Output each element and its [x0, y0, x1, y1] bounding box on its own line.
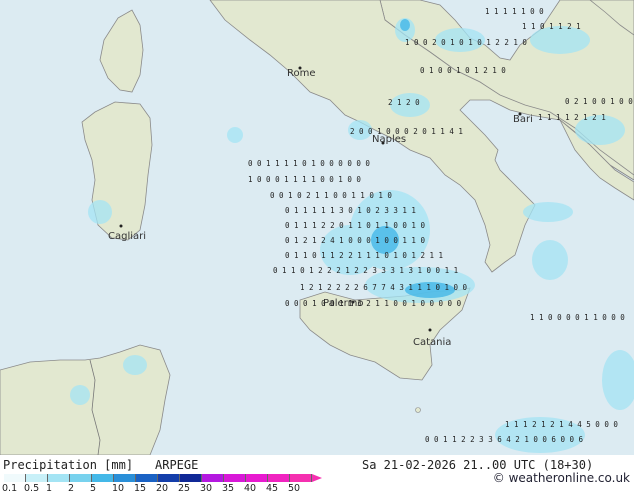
grid-row: 1 1 0 0 0 0 1 1 0 0 0 [530, 313, 625, 322]
grid-row: 0 1 1 1 1 1 3 0 1 0 2 3 3 1 1 [285, 206, 416, 215]
grid-row: 0 0 1 1 2 2 3 3 6 4 2 1 0 0 6 0 0 6 [425, 435, 584, 444]
grid-row: 0 0 0 1 0 0 1 1 3 2 1 1 0 0 1 0 0 0 0 0 [285, 299, 462, 308]
legend-tick-label: 1 [46, 483, 53, 494]
site-credit[interactable]: © weatheronline.co.uk [493, 471, 630, 485]
city-label-catania: Catania [413, 337, 451, 348]
legend-swatch [136, 474, 158, 482]
grid-row: 0 1 1 1 2 2 0 1 1 0 1 1 0 0 1 0 [285, 221, 425, 230]
grid-row: 2 0 0 1 0 0 0 2 0 1 1 4 1 [350, 127, 463, 136]
grid-row: 1 1 1 1 1 0 0 [485, 7, 544, 16]
map-canvas: Rome Naples Bari Cagliari Palermo Catani… [0, 0, 634, 455]
grid-row: 0 1 1 0 1 2 2 2 1 2 2 3 3 3 1 3 1 0 0 1 … [273, 266, 458, 275]
grid-row: 1 0 0 0 1 1 1 1 0 0 1 0 0 [248, 175, 361, 184]
legend-swatch [158, 474, 180, 482]
legend-swatch [70, 474, 92, 482]
legend-tick-label: 0.1 [2, 483, 18, 494]
model-name: ARPEGE [155, 458, 199, 472]
legend-tick-label: 15 [134, 483, 147, 494]
legend-tick-label: 50 [288, 483, 301, 494]
legend-swatch [114, 474, 136, 482]
legend-tick-label: 10 [112, 483, 125, 494]
city-label-cagliari: Cagliari [108, 231, 146, 242]
grid-row: 2 1 2 0 [388, 98, 420, 107]
valid-time: Sa 21-02-2026 21..00 UTC (18+30) [362, 458, 594, 472]
legend-tick-label: 30 [200, 483, 213, 494]
legend-tick-label: 0.5 [24, 483, 40, 494]
city-label-rome: Rome [287, 68, 316, 79]
grid-row: 0 1 0 0 1 0 1 2 1 0 [420, 66, 506, 75]
city-dot-cagliari [119, 224, 123, 228]
product-title: Precipitation [mm] [3, 458, 134, 472]
legend-tick-label: 2 [68, 483, 75, 494]
legend-tick-label: 20 [156, 483, 169, 494]
grid-row: 0 0 1 1 1 1 0 1 0 0 0 0 0 0 [248, 159, 370, 168]
legend-swatch [92, 474, 114, 482]
legend-tick-label: 45 [266, 483, 279, 494]
legend-arrow [312, 474, 322, 482]
grid-row: 1 1 1 1 2 1 2 1 [538, 113, 606, 122]
grid-row: 1 1 1 2 1 2 1 4 4 5 0 0 0 [505, 420, 618, 429]
precipitation-map[interactable]: Rome Naples Bari Cagliari Palermo Catani… [0, 0, 634, 455]
grid-row: 0 2 1 0 0 1 0 0 1 [565, 97, 634, 106]
legend-swatch [202, 474, 224, 482]
legend-swatch [246, 474, 268, 482]
legend-swatch [290, 474, 312, 482]
grid-row: 1 1 0 1 1 2 1 [522, 22, 581, 31]
city-dot-catania [428, 328, 432, 332]
legend-swatch [48, 474, 70, 482]
legend-tick-label: 35 [222, 483, 235, 494]
grid-row: 0 1 1 0 1 1 2 2 1 1 1 0 1 0 1 2 1 1 [285, 251, 443, 260]
legend-swatch [224, 474, 246, 482]
legend-tick-label: 25 [178, 483, 191, 494]
grid-row: 0 0 1 0 2 1 1 0 0 1 1 0 1 0 [270, 191, 392, 200]
malta [415, 407, 421, 413]
grid-row: 1 0 0 2 0 1 0 1 0 1 2 2 1 0 [405, 38, 527, 47]
grid-row: 0 1 2 1 2 4 1 0 0 0 1 0 0 1 1 0 [285, 236, 425, 245]
city-label-bari: Bari [513, 114, 533, 125]
legend-swatch [26, 474, 48, 482]
legend-tick-label: 5 [90, 483, 97, 494]
grid-row: 1 2 1 2 2 2 2 6 7 7 4 3 1 1 1 0 1 0 0 [300, 283, 468, 292]
legend-tick-label: 40 [244, 483, 257, 494]
legend-swatch [4, 474, 26, 482]
legend-swatch [180, 474, 202, 482]
legend-swatch [268, 474, 290, 482]
